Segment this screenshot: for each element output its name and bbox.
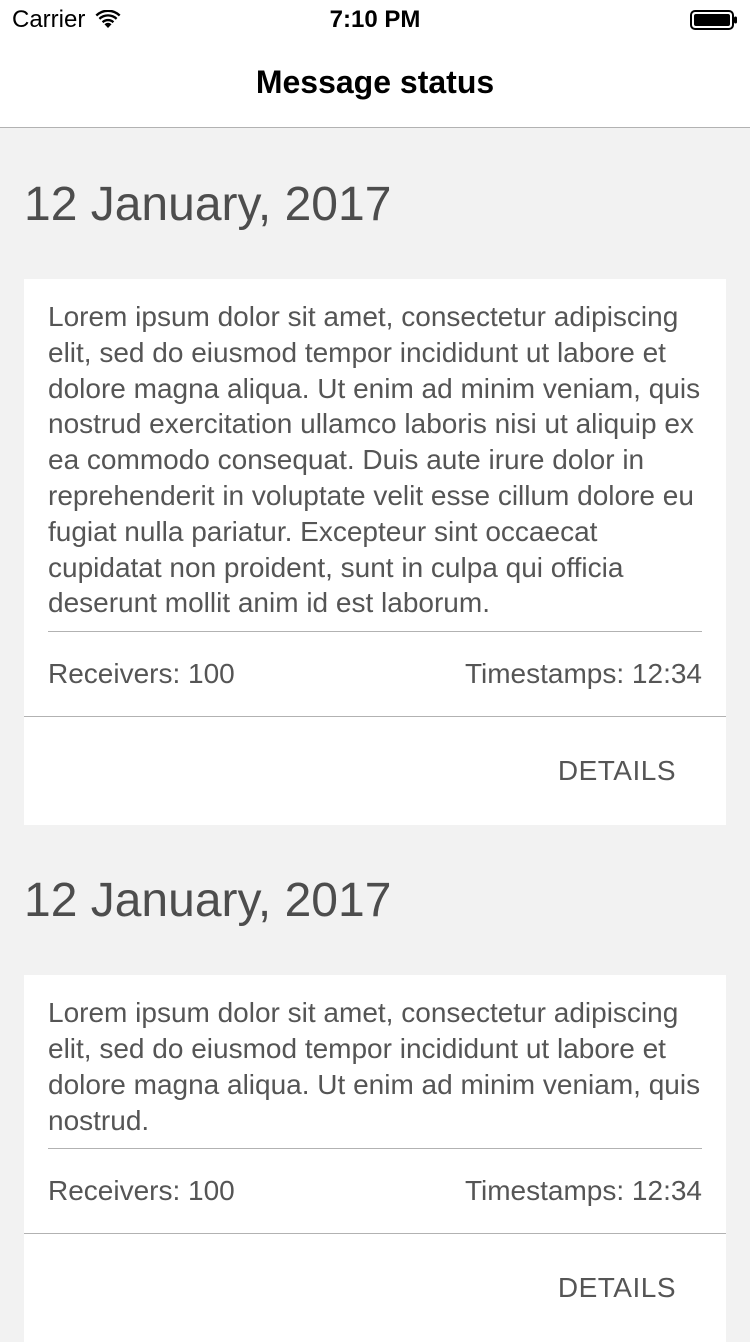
- page-title: Message status: [255, 64, 495, 100]
- message-list[interactable]: 12 January, 2017 Lorem ipsum dolor sit a…: [0, 129, 750, 1342]
- message-card: Lorem ipsum dolor sit amet, consectetur …: [24, 975, 726, 1342]
- message-section: 12 January, 2017 Lorem ipsum dolor sit a…: [0, 825, 750, 1342]
- receivers-count: Receivers: 100: [48, 658, 235, 690]
- details-button[interactable]: DETAILS: [558, 1272, 676, 1304]
- message-meta-row: Receivers: 100 Timestamps: 12:34: [48, 1149, 702, 1233]
- timestamp: Timestamps: 12:34: [464, 1175, 702, 1207]
- details-button[interactable]: DETAILS: [558, 755, 676, 787]
- status-bar: Carrier 7:10 PM: [0, 0, 750, 40]
- status-time: 7:10 PM: [329, 6, 421, 33]
- card-actions: DETAILS: [24, 717, 726, 825]
- receivers-count: Receivers: 100: [48, 1175, 235, 1207]
- message-meta-row: Receivers: 100 Timestamps: 12:34: [48, 632, 702, 716]
- timestamp: Timestamps: 12:34: [464, 658, 702, 690]
- message-card-body: Lorem ipsum dolor sit amet, consectetur …: [24, 975, 726, 1233]
- message-text: Lorem ipsum dolor sit amet, consectetur …: [48, 299, 702, 633]
- navigation-bar: Message status: [0, 40, 750, 128]
- section-date: 12 January, 2017: [24, 178, 392, 231]
- card-actions: DETAILS: [24, 1234, 726, 1342]
- section-date: 12 January, 2017: [24, 874, 392, 928]
- message-text: Lorem ipsum dolor sit amet, consectetur …: [48, 995, 702, 1150]
- battery-full-icon: [690, 10, 737, 30]
- message-card-body: Lorem ipsum dolor sit amet, consectetur …: [24, 279, 726, 716]
- message-section: 12 January, 2017 Lorem ipsum dolor sit a…: [0, 129, 750, 826]
- message-card: Lorem ipsum dolor sit amet, consectetur …: [24, 279, 726, 826]
